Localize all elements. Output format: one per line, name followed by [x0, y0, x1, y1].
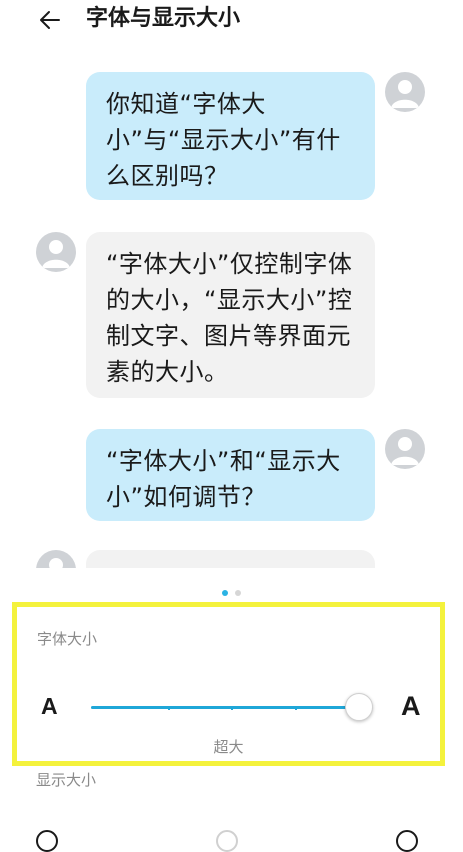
page-dot	[222, 590, 228, 596]
display-small-icon	[36, 830, 58, 852]
page-dot	[235, 590, 241, 596]
chat-bubble-me: “字体大小”和“显示大小”如何调节？	[86, 429, 375, 521]
page-indicator	[0, 590, 463, 596]
back-button[interactable]	[36, 6, 64, 34]
user-avatar-icon	[391, 437, 419, 465]
font-size-value: 超大	[213, 738, 244, 756]
display-size-slider[interactable]	[0, 826, 463, 852]
back-arrow-icon	[40, 11, 60, 29]
chat-message-text: “字体大小”和“显示大小”如何调节？	[106, 447, 341, 511]
font-size-panel: 字体大小 A A 超大	[12, 602, 445, 766]
page-title: 字体与显示大小	[86, 6, 241, 31]
chat-bubble-me: 你知道“字体大小”与“显示大小”有什么区别吗？	[86, 72, 375, 200]
chat-message-text: “字体大小”仅控制字体的大小，“显示大小”控制文字、图片等界面元素的大小。	[106, 250, 353, 386]
user-avatar-icon	[42, 240, 70, 268]
avatar	[36, 550, 76, 568]
slider-thumb[interactable]	[216, 830, 238, 852]
display-size-label: 显示大小	[36, 771, 97, 789]
font-large-glyph: A	[401, 691, 421, 721]
font-size-slider[interactable]	[91, 693, 373, 723]
slider-tick	[294, 706, 297, 710]
chat-bubble-other	[86, 550, 375, 568]
chat-message-text: 你知道“字体大小”与“显示大小”有什么区别吗？	[106, 90, 341, 190]
font-size-label: 字体大小	[37, 630, 98, 648]
avatar	[385, 429, 425, 469]
display-large-icon	[396, 830, 418, 852]
slider-thumb[interactable]	[345, 693, 373, 721]
chat-bubble-other: “字体大小”仅控制字体的大小，“显示大小”控制文字、图片等界面元素的大小。	[86, 232, 375, 398]
slider-tick	[231, 706, 233, 710]
font-small-glyph: A	[41, 693, 58, 719]
user-avatar-icon	[391, 80, 419, 108]
avatar	[36, 232, 76, 272]
user-avatar-icon	[49, 558, 63, 568]
slider-fill	[91, 706, 359, 709]
header: 字体与显示大小	[0, 0, 463, 46]
chat-preview[interactable]: 你知道“字体大小”与“显示大小”有什么区别吗？ “字体大小”仅控制字体的大小，“…	[0, 60, 463, 568]
avatar	[385, 72, 425, 112]
slider-tick	[167, 706, 170, 710]
